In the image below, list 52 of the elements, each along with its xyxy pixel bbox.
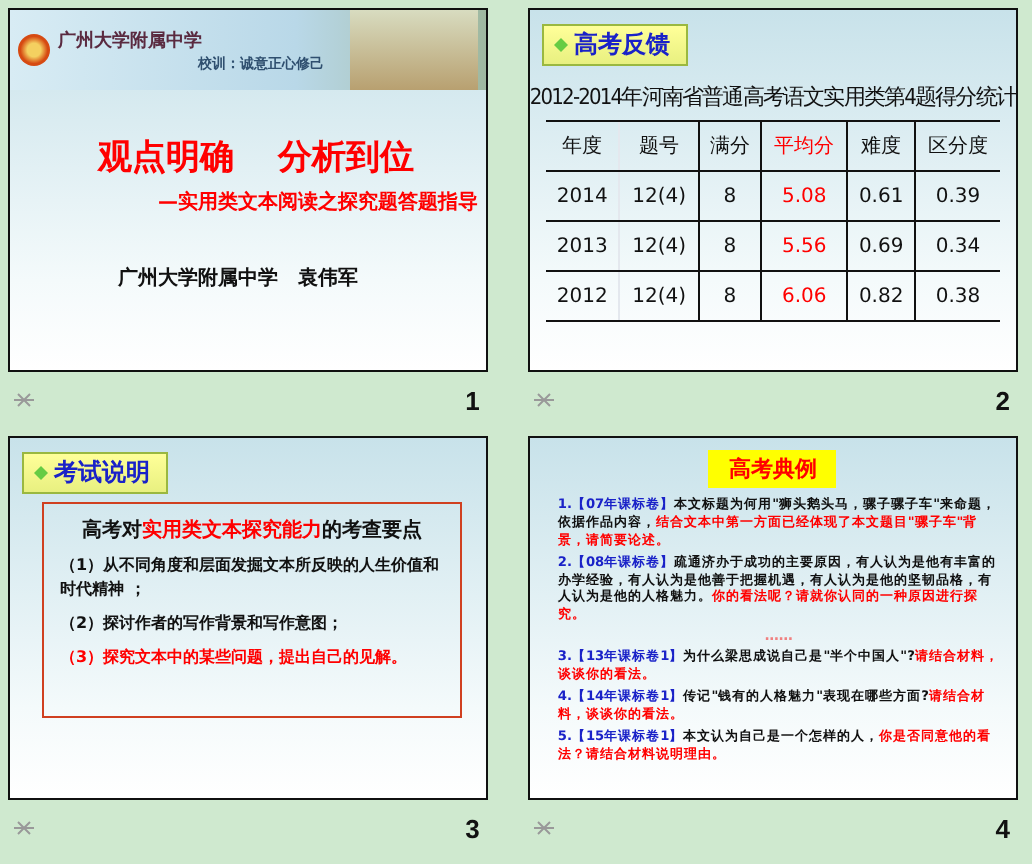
column-header: 平均分 <box>761 121 848 171</box>
column-header: 题号 <box>619 121 699 171</box>
slide-thumbnail[interactable]: 考试说明 高考对实用类文本探究能力的考查要点 （1）从不同角度和层面发掘文本所反映的人生价值和时代精神 ； （2）探讨作者的写作背景和写作意图； （3）探究文本中的某些问题，提出自己的见解。 <box>8 436 488 800</box>
table-cell: 2014 <box>545 171 620 221</box>
slide-number: 3 <box>465 813 480 843</box>
table-cell: 8 <box>698 221 762 271</box>
slide-title: 观点明确 <box>98 136 234 180</box>
slide-number: 4 <box>995 813 1010 843</box>
point-text: （2）探讨作者的写作背景和写作意图； <box>60 612 346 636</box>
table-cell: 2012 <box>545 271 620 321</box>
slide-number: 2 <box>995 385 1010 415</box>
slide-transition-icon <box>12 392 36 408</box>
slide-number: 1 <box>465 385 480 415</box>
slide-thumbnail[interactable]: 高考反馈 2012-2014年河南省普通高考语文实用类第4题得分统计 年度 题号 满分 平均分 难度 区分度 2014 12(4) 8 5.08 0.61 0.39 2013 12(4) 8 5.56 0.69 0.34 2012 12(4) 8 6.06 0.82 0.38 <box>527 8 1018 372</box>
point-text: （3）探究文本中的某些问题，提出自己的见解。 <box>60 646 410 670</box>
section-heading: 高考典例 <box>708 450 837 488</box>
photo-placeholder <box>349 10 478 90</box>
column-header: 区分度 <box>915 121 1000 171</box>
table-cell: 0.61 <box>847 171 916 221</box>
intro-text: 高考对实用类文本探究能力的考查要点 <box>79 516 424 544</box>
table-cell: 12(4) <box>619 271 699 321</box>
table-cell: 8 <box>698 171 762 221</box>
table-cell: 12(4) <box>619 221 699 271</box>
table-cell: 8 <box>698 271 762 321</box>
table-cell: 0.82 <box>847 271 916 321</box>
section-heading: 高考反馈 <box>541 24 688 66</box>
table-cell: 5.56 <box>761 221 848 271</box>
table-cell: 0.34 <box>915 221 1000 271</box>
table-cell: 6.06 <box>761 271 848 321</box>
slide-thumbnail[interactable] <box>527 436 1018 800</box>
table-cell: 12(4) <box>619 171 699 221</box>
table-cell: 5.08 <box>761 171 848 221</box>
column-header: 难度 <box>847 121 916 171</box>
table-cell: 0.69 <box>847 221 916 271</box>
slide-title: 分析到位 <box>278 136 414 180</box>
school-logo-icon <box>18 34 50 66</box>
slide-subtitle: —实用类文本阅读之探究题答题指导 <box>156 188 480 216</box>
table-cell: 0.39 <box>915 171 1000 221</box>
point-text: （1）从不同角度和层面发掘文本所反映的人生价值和时代精神 ； <box>60 554 442 602</box>
table-title: 2012-2014年河南省普通高考语文实用类第4题得分统计 <box>529 82 1016 114</box>
slide-transition-icon <box>531 392 556 408</box>
author-line: 广州大学附属中学 袁伟军 <box>116 264 360 292</box>
school-name: 广州大学附属中学 <box>58 28 204 53</box>
table-cell: 0.38 <box>915 271 1000 321</box>
section-heading: 考试说明 <box>22 452 168 494</box>
table-cell: 2013 <box>545 221 620 271</box>
slide-transition-icon <box>531 820 556 836</box>
column-header: 满分 <box>698 121 762 171</box>
column-header: 年度 <box>545 121 620 171</box>
slide-transition-icon <box>12 820 36 836</box>
diamond-icon <box>34 466 48 480</box>
diamond-icon <box>553 38 568 52</box>
